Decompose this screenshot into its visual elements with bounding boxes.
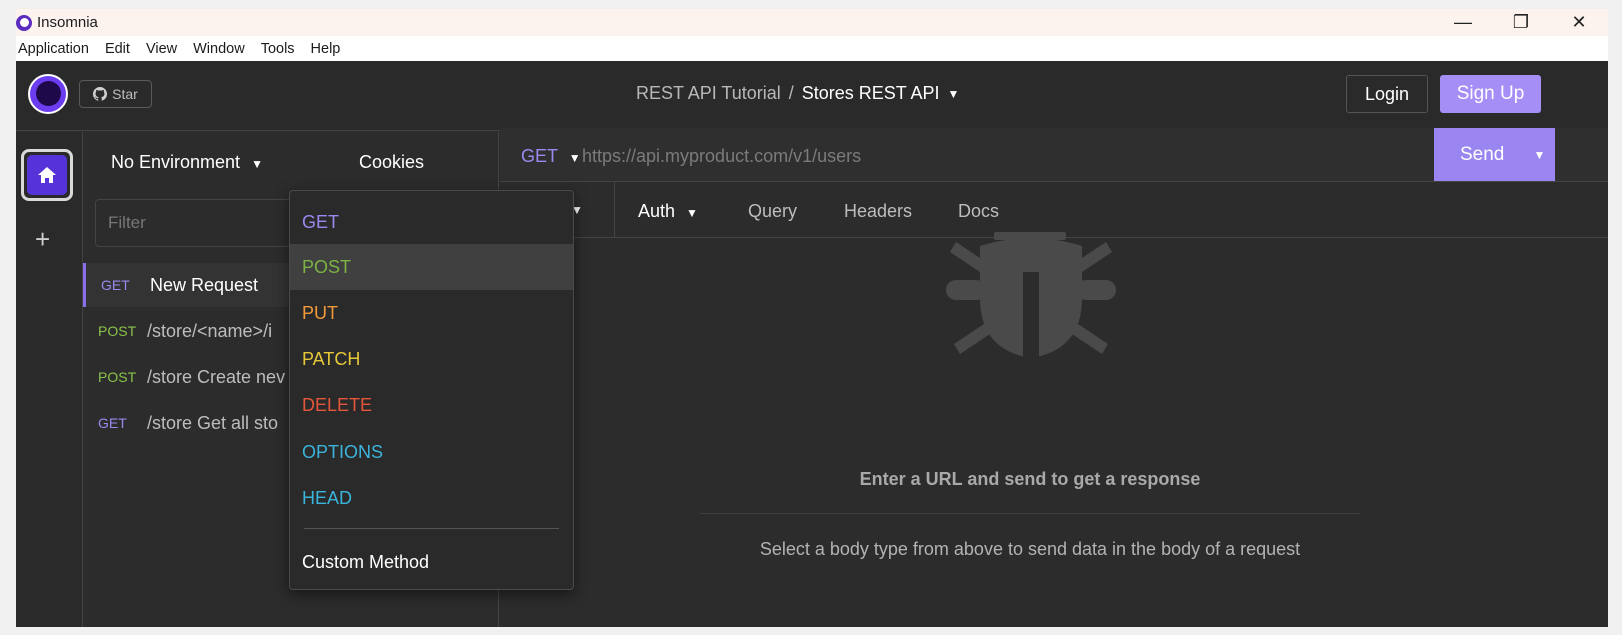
add-icon[interactable]: + bbox=[35, 224, 50, 255]
app-header: Star REST API Tutorial / Stores REST API… bbox=[16, 61, 1608, 131]
divider bbox=[700, 513, 1360, 514]
window-title: Insomnia bbox=[37, 14, 98, 31]
tab-query[interactable]: Query bbox=[748, 201, 797, 222]
request-method: POST bbox=[98, 369, 137, 385]
home-button-inner bbox=[27, 155, 67, 195]
menu-view[interactable]: View bbox=[146, 41, 177, 57]
environment-selector[interactable]: No Environment ▼ bbox=[111, 152, 263, 173]
method-option-get[interactable]: GET bbox=[290, 199, 573, 245]
insomnia-logo[interactable] bbox=[28, 74, 68, 114]
request-method: POST bbox=[98, 323, 137, 339]
menu-edit[interactable]: Edit bbox=[105, 41, 130, 57]
menu-tools[interactable]: Tools bbox=[261, 41, 295, 57]
dropdown-divider bbox=[304, 528, 559, 529]
home-icon bbox=[38, 167, 56, 183]
star-label: Star bbox=[112, 86, 138, 102]
request-name: /store Create nev bbox=[147, 366, 286, 387]
restore-button[interactable]: ❐ bbox=[1492, 9, 1550, 36]
method-option-head[interactable]: HEAD bbox=[290, 475, 573, 521]
request-method: GET bbox=[101, 277, 130, 293]
chevron-down-icon[interactable]: ▼ bbox=[947, 87, 959, 101]
breadcrumb-project[interactable]: REST API Tutorial bbox=[636, 83, 781, 104]
menu-window[interactable]: Window bbox=[193, 41, 245, 57]
github-star-button[interactable]: Star bbox=[79, 80, 152, 108]
cookies-button[interactable]: Cookies bbox=[359, 152, 424, 173]
body-empty-hint: Select a body type from above to send da… bbox=[759, 539, 1301, 559]
method-option-post[interactable]: POST bbox=[290, 244, 573, 290]
response-empty-title: Enter a URL and send to get a response bbox=[859, 469, 1201, 489]
chevron-down-icon: ▼ bbox=[686, 206, 698, 220]
url-input[interactable]: https://api.myproduct.com/v1/users bbox=[582, 146, 861, 167]
request-tabs: ▼ Auth ▼ Query Headers Docs bbox=[500, 182, 1608, 238]
send-options-chevron-icon[interactable]: ▼ bbox=[1522, 128, 1557, 181]
tab-auth[interactable]: Auth ▼ bbox=[638, 201, 698, 222]
menu-bar: Application Edit View Window Tools Help bbox=[16, 36, 1608, 61]
custom-method-option[interactable]: Custom Method bbox=[290, 539, 573, 585]
method-option-put[interactable]: PUT bbox=[290, 290, 573, 336]
insomnia-app-icon bbox=[16, 14, 32, 31]
close-button[interactable]: ✕ bbox=[1550, 9, 1608, 36]
tab-headers[interactable]: Headers bbox=[844, 201, 912, 222]
method-option-options[interactable]: OPTIONS bbox=[290, 429, 573, 475]
menu-help[interactable]: Help bbox=[311, 41, 341, 57]
method-option-patch[interactable]: PATCH bbox=[290, 336, 573, 382]
method-option-delete[interactable]: DELETE bbox=[290, 382, 573, 428]
environment-label: No Environment bbox=[111, 152, 241, 172]
minimize-button[interactable]: — bbox=[1434, 9, 1492, 36]
method-selector[interactable]: GET ▼ bbox=[521, 146, 581, 167]
breadcrumb-separator: / bbox=[788, 83, 794, 103]
github-icon bbox=[93, 87, 108, 101]
request-name: New Request bbox=[150, 274, 259, 295]
breadcrumb-current[interactable]: Stores REST API bbox=[802, 83, 940, 104]
home-button[interactable] bbox=[21, 149, 73, 201]
signup-button[interactable]: Sign Up bbox=[1440, 75, 1541, 113]
app-body: Star REST API Tutorial / Stores REST API… bbox=[16, 61, 1608, 627]
method-label: GET bbox=[521, 146, 558, 166]
tab-divider bbox=[614, 182, 615, 238]
request-name: /store Get all sto bbox=[147, 412, 279, 433]
window-controls: — ❐ ✕ bbox=[1434, 9, 1608, 36]
tab-auth-label: Auth bbox=[638, 201, 676, 221]
chevron-down-icon: ▼ bbox=[251, 157, 263, 171]
window-frame: Insomnia — ❐ ✕ Application Edit View Win… bbox=[0, 0, 1622, 635]
left-rail: + bbox=[16, 132, 83, 627]
method-dropdown: GET POST PUT PATCH DELETE OPTIONS HEAD C… bbox=[289, 190, 574, 590]
request-method: GET bbox=[98, 415, 127, 431]
title-bar: Insomnia — ❐ ✕ bbox=[16, 9, 1608, 36]
menu-application[interactable]: Application bbox=[18, 41, 89, 57]
request-name: /store/<name>/i bbox=[147, 320, 273, 341]
breadcrumb: REST API Tutorial / Stores REST API ▼ bbox=[636, 83, 959, 104]
login-button[interactable]: Login bbox=[1346, 75, 1428, 113]
bug-icon bbox=[946, 232, 1116, 358]
chevron-down-icon: ▼ bbox=[568, 151, 581, 165]
tab-docs[interactable]: Docs bbox=[958, 201, 999, 222]
